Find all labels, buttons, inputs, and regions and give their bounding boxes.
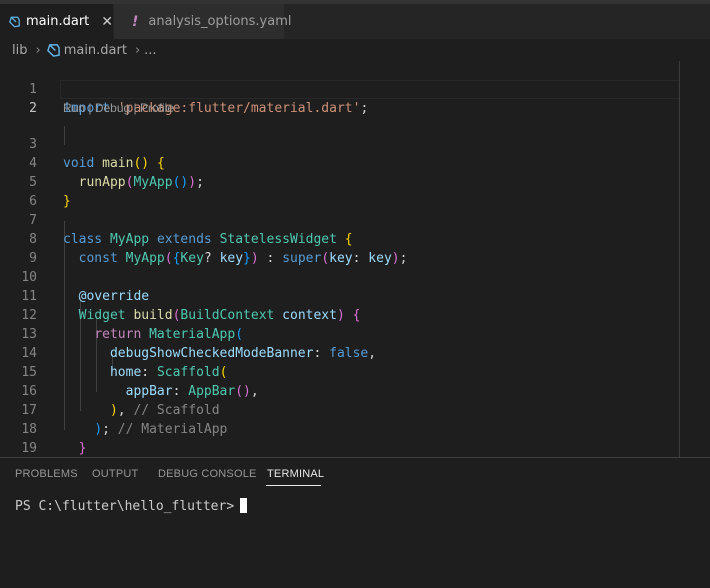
tab-main-dart[interactable]: main.dart ✕ <box>0 4 113 39</box>
code-line: 9 <box>0 230 680 266</box>
tab-analysis-options[interactable]: ! analysis_options.yaml <box>114 4 291 39</box>
code-line: 16 ), // Scaffold <box>0 363 680 418</box>
dart-file-icon <box>46 43 60 57</box>
code-line: 18 } <box>0 401 680 456</box>
terminal[interactable]: PS C:\flutter\hello_flutter> <box>15 498 248 514</box>
dart-file-icon <box>9 16 20 27</box>
breadcrumb-folder[interactable]: lib <box>12 43 27 58</box>
code-line: 7 class MyApp extends StatelessWidget { <box>0 192 680 247</box>
terminal-prompt: PS C:\flutter\hello_flutter> <box>15 499 235 514</box>
punct: ; <box>360 101 369 116</box>
warning-icon: ! <box>132 13 139 30</box>
close-icon[interactable]: ✕ <box>101 14 113 30</box>
code-line: 13 debugShowCheckedModeBanner: false, <box>0 306 680 361</box>
code-line: 11 Widget build(BuildContext context) { <box>0 268 680 323</box>
bottom-panel: PROBLEMS OUTPUT DEBUG CONSOLE TERMINAL P… <box>0 457 710 588</box>
code-line: 3 void main() { <box>0 116 680 171</box>
chevron-right-icon: › <box>35 42 41 58</box>
code-line: 15 appBar: AppBar(), <box>0 344 680 399</box>
code-line: 10 @override <box>0 249 680 304</box>
codelens-separator: | <box>130 101 140 115</box>
tab-problems[interactable]: PROBLEMS <box>15 468 78 480</box>
terminal-cursor <box>240 498 248 513</box>
run-link[interactable]: Run <box>63 101 85 115</box>
code-line: 1 import 'package:flutter/material.dart'… <box>0 61 680 116</box>
tab-debug-console[interactable]: DEBUG CONSOLE <box>158 468 257 480</box>
chevron-right-icon: › <box>134 42 141 58</box>
codelens-separator: | <box>85 101 95 115</box>
breadcrumb-more[interactable]: ... <box>144 43 156 58</box>
code-line: 20 <box>0 439 680 457</box>
breadcrumb-file[interactable]: main.dart <box>64 43 127 58</box>
breadcrumb: lib › main.dart › ... <box>0 39 710 61</box>
code-line: 5 } <box>0 154 680 209</box>
editor-tab-bar: main.dart ✕ ! analysis_options.yaml <box>0 4 710 39</box>
code-line: 2 <box>0 80 680 116</box>
code-line: 17 ); // MaterialApp <box>0 382 680 437</box>
code-editor[interactable]: 1 import 'package:flutter/material.dart'… <box>0 61 680 457</box>
code-line: 19 } <box>0 420 680 456</box>
codelens: Run | Debug | Profile <box>63 100 174 116</box>
code-line: 12 return MaterialApp( <box>0 287 680 342</box>
code-line: 6 <box>0 173 680 209</box>
tab-label: analysis_options.yaml <box>148 14 292 29</box>
debug-link[interactable]: Debug <box>95 101 130 115</box>
editor-scrollbar[interactable] <box>679 61 680 457</box>
tab-output[interactable]: OUTPUT <box>92 468 138 480</box>
tab-label: main.dart <box>25 14 90 29</box>
code-line: 4 runApp(MyApp()); <box>0 135 680 190</box>
active-tab-indicator <box>266 485 321 486</box>
profile-link[interactable]: Profile <box>140 101 174 115</box>
tab-terminal[interactable]: TERMINAL <box>267 468 324 480</box>
code-line: 8 const MyApp({Key? key}) : super(key: k… <box>0 211 680 266</box>
panel-tab-bar: PROBLEMS OUTPUT DEBUG CONSOLE TERMINAL <box>0 458 710 492</box>
code-line: 14 home: Scaffold( <box>0 325 680 380</box>
